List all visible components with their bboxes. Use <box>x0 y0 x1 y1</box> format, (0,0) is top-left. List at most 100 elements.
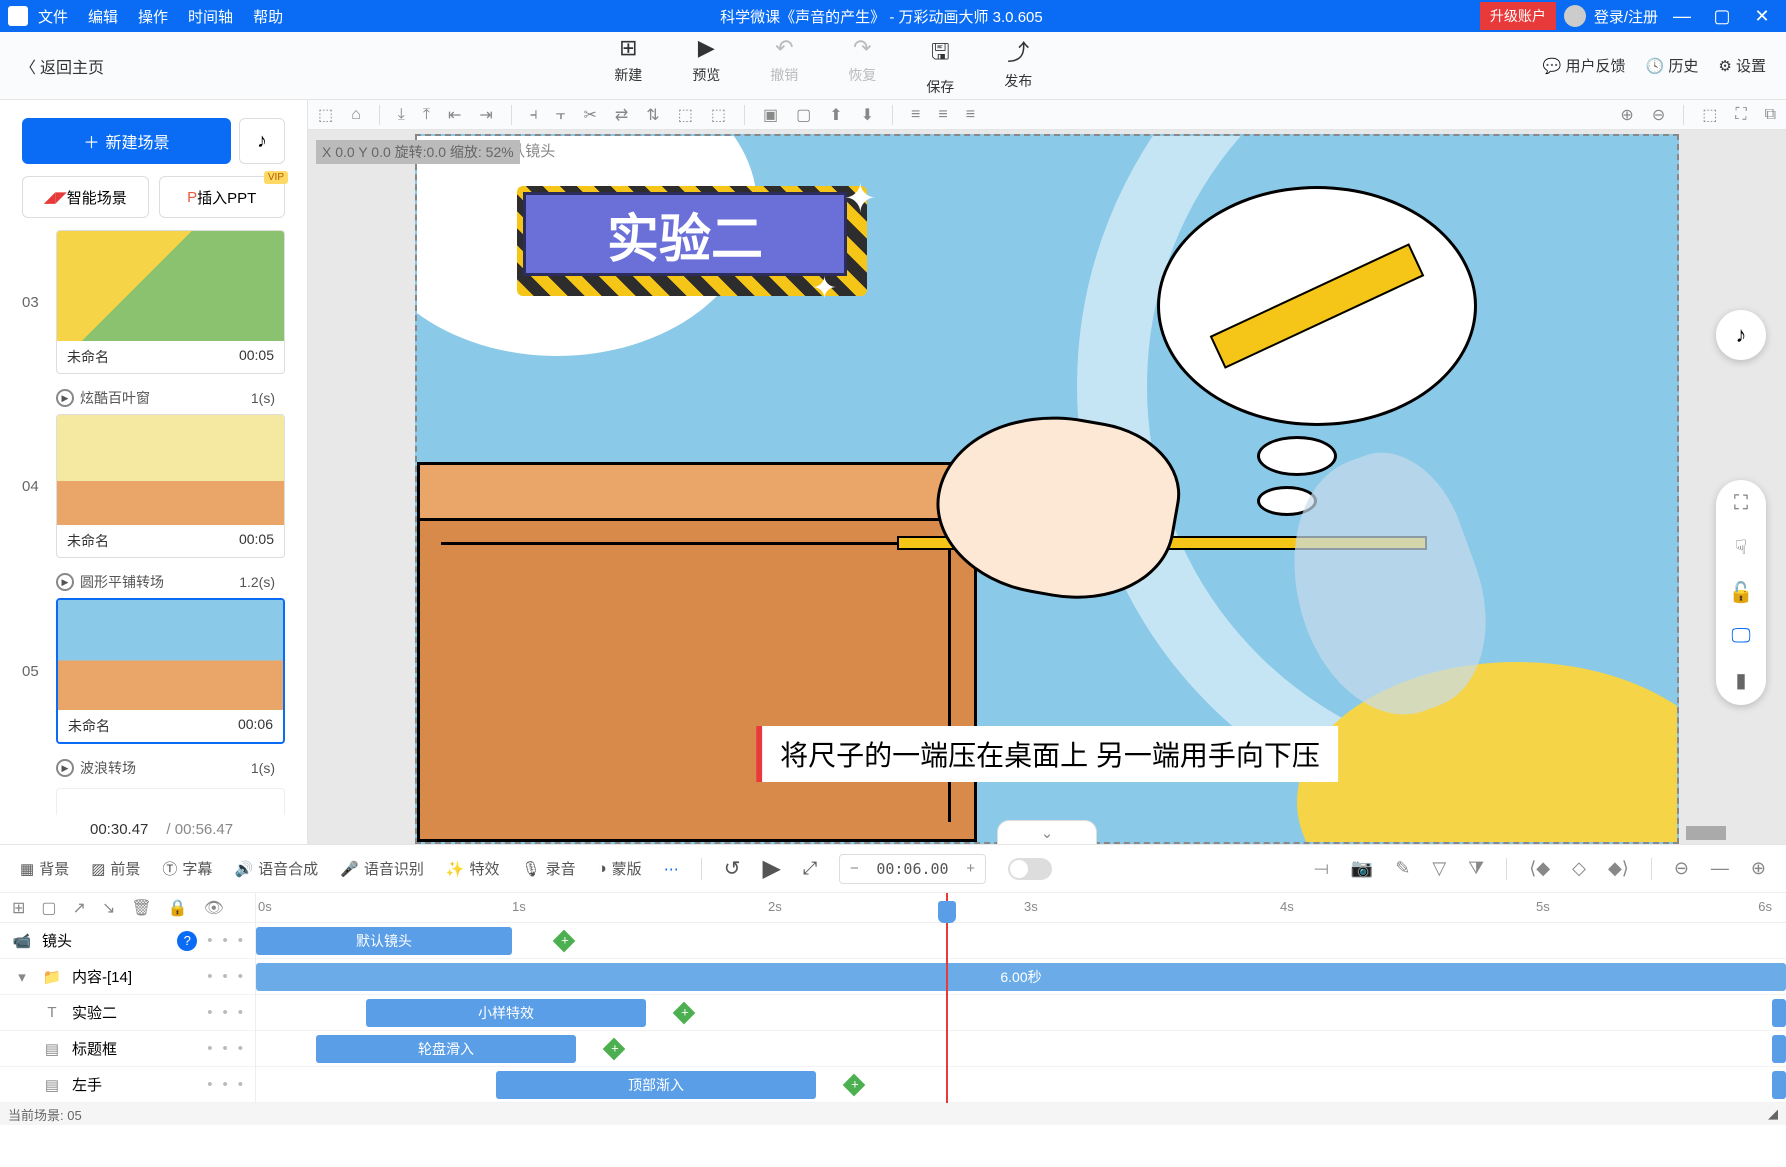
insert-ppt-button[interactable]: P 插入PPTVIP <box>159 176 286 218</box>
home-icon[interactable]: ⌂ <box>351 106 361 124</box>
clip-end[interactable] <box>1772 1071 1786 1099</box>
thought-bubble[interactable] <box>1157 186 1477 426</box>
zoom-in-icon[interactable]: ⊕ <box>1620 105 1633 125</box>
camera-icon[interactable]: 📷 <box>1351 858 1373 879</box>
smart-scene-button[interactable]: ◢◤ 智能场景 <box>22 176 149 218</box>
layer-back-icon[interactable]: ▢ <box>796 105 811 125</box>
rewind-icon[interactable]: ↺ <box>724 856 741 881</box>
monitor-icon[interactable]: 🖵 <box>1731 625 1750 648</box>
clip-end[interactable] <box>1772 999 1786 1027</box>
frame-icon[interactable]: ⛶ <box>1734 492 1748 515</box>
menu-file[interactable]: 文件 <box>38 6 68 27</box>
transition-item[interactable]: ▶圆形平铺转场1.2(s) <box>22 566 285 598</box>
align-bottom-icon[interactable]: ⤓ <box>398 106 405 124</box>
title-box[interactable]: 实验二 ✦ ✦ <box>517 186 867 296</box>
align-text-r-icon[interactable]: ≡ <box>966 106 975 124</box>
keyframe-icon[interactable]: ◇ <box>1572 858 1586 879</box>
minimize-button[interactable]: — <box>1666 6 1698 27</box>
asr-button[interactable]: 🎤 语音识别 <box>340 858 424 879</box>
track-row[interactable]: T实验二••• <box>0 995 255 1031</box>
fit-icon[interactable]: ⬚ <box>1702 105 1717 125</box>
toggle-switch[interactable] <box>1008 858 1052 880</box>
copy-icon[interactable]: ⧉ <box>1765 106 1776 124</box>
track-content[interactable]: ▾📁内容-[14]••• <box>0 959 255 995</box>
fullscreen-icon[interactable]: ⛶ <box>1735 106 1746 124</box>
fx-button[interactable]: ✨ 特效 <box>446 858 500 879</box>
cut-icon[interactable]: ✂ <box>583 105 596 125</box>
timeline-track[interactable]: 6.00秒 <box>256 959 1786 995</box>
snap-icon[interactable]: ⟞ <box>1314 858 1329 879</box>
resize-grip-icon[interactable]: ◢ <box>1768 1106 1778 1122</box>
ungroup-icon[interactable]: ⬚ <box>711 105 726 125</box>
help-icon[interactable]: ? <box>177 931 197 951</box>
new-scene-button[interactable]: ＋新建场景 <box>22 118 231 164</box>
playhead[interactable] <box>946 893 948 1103</box>
menu-edit[interactable]: 编辑 <box>88 6 118 27</box>
avatar-icon[interactable] <box>1564 5 1586 27</box>
menu-timeline[interactable]: 时间轴 <box>188 6 233 27</box>
login-button[interactable]: 登录/注册 <box>1594 6 1658 27</box>
scene-item[interactable]: 04 未命名00:05 <box>22 414 285 558</box>
keyframe-add[interactable] <box>843 1074 866 1097</box>
eye-icon[interactable]: 👁 <box>204 898 224 918</box>
maximize-button[interactable]: ▢ <box>1706 6 1738 27</box>
keyframe-in-icon[interactable]: ⟨◆ <box>1529 858 1550 879</box>
mask-button[interactable]: ◑ 蒙版 <box>598 858 642 879</box>
layer-down-icon[interactable]: ⬇ <box>861 105 874 125</box>
lock-icon[interactable]: 🔓 <box>1729 580 1754 605</box>
dist-h-icon[interactable]: ⫞ <box>530 106 538 124</box>
scene-item-active[interactable]: 05 未命名00:06 <box>22 598 285 744</box>
clip-content[interactable]: 6.00秒 <box>256 963 1786 991</box>
dist-v-icon[interactable]: ⫟ <box>556 106 566 124</box>
group-icon[interactable]: ⬚ <box>678 105 693 125</box>
align-text-c-icon[interactable]: ≡ <box>938 106 947 124</box>
layer-up-icon[interactable]: ⬆ <box>829 105 842 125</box>
add-track-icon[interactable]: ⊞ <box>12 898 25 918</box>
arrow-icon[interactable]: ↗ <box>73 898 86 918</box>
timeline-tracks[interactable]: 0s 1s 2s 3s 4s 5s 6s V 默认镜头 6.00秒 小样特效 <box>256 893 1786 1103</box>
phone-icon[interactable]: ▮ <box>1735 668 1746 693</box>
minus-button[interactable]: − <box>840 860 868 877</box>
redo-button[interactable]: ↷恢复 <box>848 35 876 97</box>
float-music-button[interactable]: ♪ <box>1716 310 1766 360</box>
transition-item[interactable]: ▶炫酷百叶窗1(s) <box>22 382 285 414</box>
keyframe-out-icon[interactable]: ◆⟩ <box>1608 858 1629 879</box>
panel-handle[interactable]: ⌄ <box>308 820 1786 844</box>
tts-button[interactable]: 🔊 语音合成 <box>234 858 318 879</box>
edit-icon[interactable]: ✎ <box>1395 858 1410 879</box>
clip-end[interactable] <box>1772 1035 1786 1063</box>
transition-item[interactable]: ▶波浪转场1(s) <box>22 752 285 784</box>
save-button[interactable]: 🖫保存 <box>926 35 954 97</box>
flip-h-icon[interactable]: ⇄ <box>615 105 628 125</box>
clip-fx[interactable]: 轮盘滑入 <box>316 1035 576 1063</box>
zoom-out-icon[interactable]: ⊖ <box>1652 105 1665 125</box>
music-button[interactable]: ♪ <box>239 118 285 164</box>
align-top-icon[interactable]: ⤒ <box>423 106 430 124</box>
canvas[interactable]: ▢ 默认镜头 实验二 ✦ ✦ 将尺子的一端压在桌面上 另一端用手向下压 <box>415 134 1679 844</box>
timeline-track[interactable]: 小样特效 <box>256 995 1786 1031</box>
menu-help[interactable]: 帮助 <box>253 6 283 27</box>
funnel-icon[interactable]: ⧩ <box>1468 858 1484 879</box>
zoom-in-icon[interactable]: ⊕ <box>1751 858 1766 879</box>
plus-button[interactable]: + <box>957 860 985 877</box>
cursor-icon[interactable]: ⬚ <box>318 105 333 125</box>
bg-button[interactable]: ▦ 背景 <box>20 858 69 879</box>
timeline-ruler[interactable]: 0s 1s 2s 3s 4s 5s 6s V <box>256 893 1786 923</box>
keyframe-add[interactable] <box>673 1002 696 1025</box>
flip-v-icon[interactable]: ⇅ <box>646 105 659 125</box>
filter-icon[interactable]: ▽ <box>1432 858 1446 879</box>
timeline-track[interactable]: 轮盘滑入 <box>256 1031 1786 1067</box>
record-button[interactable]: 🎙 录音 <box>522 858 576 879</box>
clip-fx[interactable]: 小样特效 <box>366 999 646 1027</box>
track-camera[interactable]: 📹镜头?••• <box>0 923 255 959</box>
align-left-icon[interactable]: ⇤ <box>448 105 461 125</box>
track-row[interactable]: ▤标题框••• <box>0 1031 255 1067</box>
track-row[interactable]: ▤左手••• <box>0 1067 255 1103</box>
close-button[interactable]: ✕ <box>1746 6 1778 27</box>
trash-icon[interactable]: 🗑 <box>131 898 151 918</box>
upgrade-button[interactable]: 升级账户 <box>1480 2 1556 30</box>
menu-action[interactable]: 操作 <box>138 6 168 27</box>
clip-camera[interactable]: 默认镜头 <box>256 927 512 955</box>
back-button[interactable]: 〈 返回主页 <box>20 54 104 78</box>
time-stepper[interactable]: − 00:06.00 + <box>839 854 985 884</box>
